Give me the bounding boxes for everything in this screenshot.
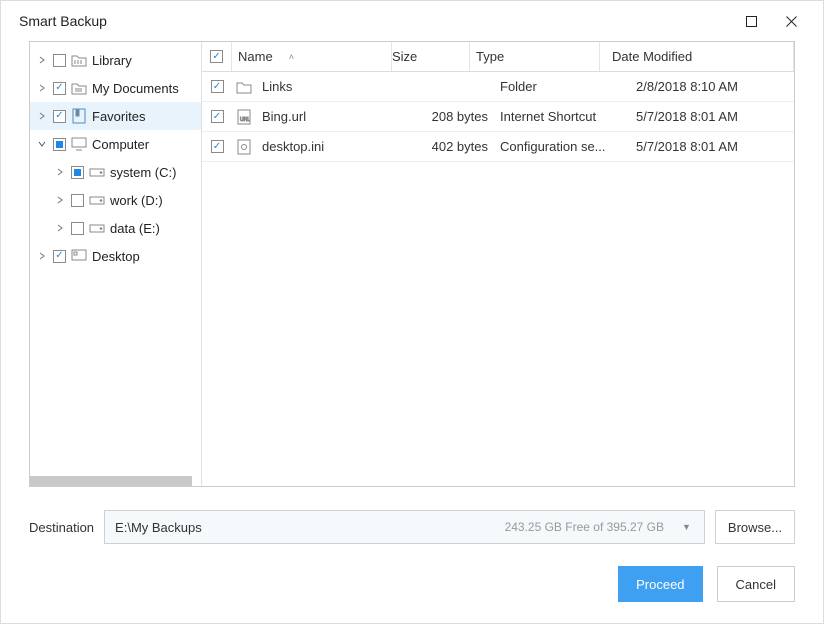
node-checkbox[interactable]: ✓	[53, 110, 66, 123]
expander-icon[interactable]	[36, 82, 48, 94]
header-type[interactable]: Type	[470, 42, 600, 71]
expander-icon[interactable]	[54, 222, 66, 234]
file-date: 5/7/2018 8:01 AM	[624, 139, 794, 154]
cancel-button[interactable]: Cancel	[717, 566, 795, 602]
computer-icon	[71, 136, 87, 152]
header-name-label: Name	[238, 49, 273, 64]
destination-path: E:\My Backups	[115, 520, 497, 535]
node-label: data (E:)	[110, 221, 160, 236]
node-label: My Documents	[92, 81, 179, 96]
file-checkbox[interactable]: ✓	[211, 110, 224, 123]
browse-button-label: Browse...	[728, 520, 782, 535]
proceed-button[interactable]: Proceed	[618, 566, 702, 602]
file-name: Bing.url	[256, 109, 416, 124]
node-checkbox[interactable]: ✓	[53, 82, 66, 95]
sort-ascending-icon: ˄	[289, 52, 294, 62]
node-label: Computer	[92, 137, 149, 152]
source-tree[interactable]: Library ✓ My Documents ✓ Favorites Computer sy…	[30, 42, 202, 486]
drive-icon	[89, 220, 105, 236]
file-date: 5/7/2018 8:01 AM	[624, 109, 794, 124]
destination-row: Destination E:\My Backups 243.25 GB Free…	[29, 509, 795, 545]
expander-icon[interactable]	[54, 194, 66, 206]
folder-docs-icon	[71, 80, 87, 96]
file-list-header: ✓ Name ˄ Size Type Date Modified	[202, 42, 794, 72]
expander-icon[interactable]	[36, 110, 48, 122]
tree-scrollbar[interactable]	[30, 476, 192, 486]
file-list: ✓ Name ˄ Size Type Date Modified ✓ Links F…	[202, 42, 794, 486]
file-checkbox[interactable]: ✓	[211, 80, 224, 93]
maximize-button[interactable]	[731, 5, 771, 37]
node-checkbox[interactable]	[71, 166, 84, 179]
file-name: Links	[256, 79, 416, 94]
destination-label: Destination	[29, 520, 94, 535]
file-date: 2/8/2018 8:10 AM	[624, 79, 794, 94]
header-size[interactable]: Size	[392, 42, 470, 71]
tree-node-datae[interactable]: data (E:)	[30, 214, 201, 242]
titlebar: Smart Backup	[1, 1, 823, 41]
node-label: system (C:)	[110, 165, 176, 180]
file-size: 208 bytes	[416, 109, 494, 124]
node-checkbox[interactable]	[71, 194, 84, 207]
node-checkbox[interactable]	[71, 222, 84, 235]
node-label: Library	[92, 53, 132, 68]
close-button[interactable]	[771, 5, 811, 37]
node-checkbox[interactable]	[53, 138, 66, 151]
destination-free-space: 243.25 GB Free of 395.27 GB	[505, 520, 664, 534]
tree-node-favorites[interactable]: ✓ Favorites	[30, 102, 201, 130]
dialog-body: Library ✓ My Documents ✓ Favorites Computer sy…	[1, 41, 823, 545]
file-type: Internet Shortcut	[494, 109, 624, 124]
tree-node-systemc[interactable]: system (C:)	[30, 158, 201, 186]
drive-icon	[89, 192, 105, 208]
folder-books-icon	[71, 52, 87, 68]
node-label: work (D:)	[110, 193, 163, 208]
svg-text:URL: URL	[240, 117, 250, 123]
expander-icon[interactable]	[36, 250, 48, 262]
file-checkbox[interactable]: ✓	[211, 140, 224, 153]
file-type: Folder	[494, 79, 624, 94]
close-icon	[786, 16, 797, 27]
favorites-icon	[71, 108, 87, 124]
desktop-icon	[71, 248, 87, 264]
header-name[interactable]: Name ˄	[232, 42, 392, 71]
tree-node-workd[interactable]: work (D:)	[30, 186, 201, 214]
header-check-column[interactable]: ✓	[202, 42, 232, 71]
tree-node-mydocs[interactable]: ✓ My Documents	[30, 74, 201, 102]
file-type: Configuration se...	[494, 139, 624, 154]
cancel-button-label: Cancel	[736, 577, 776, 592]
file-row[interactable]: ✓ Links Folder2/8/2018 8:10 AM	[202, 72, 794, 102]
node-label: Favorites	[92, 109, 145, 124]
tree-node-library[interactable]: Library	[30, 46, 201, 74]
drive-icon	[89, 164, 105, 180]
file-size: 402 bytes	[416, 139, 494, 154]
node-checkbox[interactable]	[53, 54, 66, 67]
header-date[interactable]: Date Modified	[600, 42, 794, 71]
maximize-icon	[746, 16, 757, 27]
tree-node-desktop[interactable]: ✓ Desktop	[30, 242, 201, 270]
destination-dropdown-icon[interactable]: ▼	[682, 522, 694, 532]
tree-node-computer[interactable]: Computer	[30, 130, 201, 158]
proceed-button-label: Proceed	[636, 577, 684, 592]
expander-icon[interactable]	[54, 166, 66, 178]
browse-button[interactable]: Browse...	[715, 510, 795, 544]
file-row[interactable]: ✓ URL Bing.url208 bytesInternet Shortcut5/…	[202, 102, 794, 132]
ini-icon	[232, 139, 256, 155]
destination-field[interactable]: E:\My Backups 243.25 GB Free of 395.27 G…	[104, 510, 705, 544]
file-row[interactable]: ✓ desktop.ini402 bytesConfiguration se...…	[202, 132, 794, 162]
expander-icon[interactable]	[36, 138, 48, 150]
expander-icon[interactable]	[36, 54, 48, 66]
node-label: Desktop	[92, 249, 140, 264]
main-panel: Library ✓ My Documents ✓ Favorites Computer sy…	[29, 41, 795, 487]
file-name: desktop.ini	[256, 139, 416, 154]
url-icon: URL	[232, 109, 256, 125]
backup-dialog: Smart Backup Library ✓ My Documents ✓ Favori…	[0, 0, 824, 624]
node-checkbox[interactable]: ✓	[53, 250, 66, 263]
folder-icon	[232, 80, 256, 94]
select-all-checkbox[interactable]: ✓	[210, 50, 223, 63]
dialog-footer: Proceed Cancel	[1, 545, 823, 623]
window-title: Smart Backup	[19, 13, 731, 29]
